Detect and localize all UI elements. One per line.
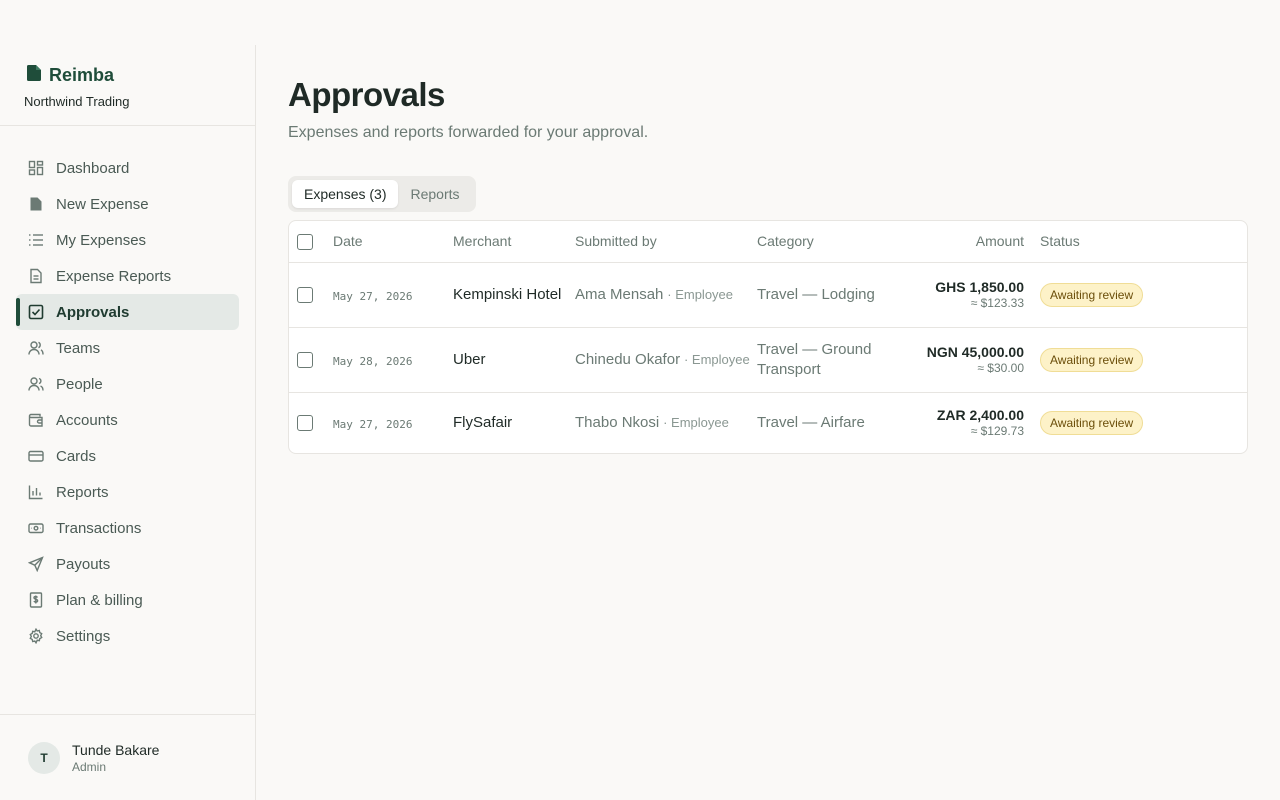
expense-date: May 28, 2026 — [333, 354, 413, 368]
team-icon — [28, 340, 44, 356]
column-header-submitted-by[interactable]: Submitted by — [575, 221, 757, 263]
column-header-category[interactable]: Category — [757, 221, 897, 263]
submitter-role: · Employee — [667, 287, 734, 302]
sidebar-item-my-expenses[interactable]: My Expenses — [16, 222, 239, 258]
sidebar-item-label: Approvals — [56, 303, 130, 321]
sidebar-item-cards[interactable]: Cards — [16, 438, 239, 474]
column-header-merchant[interactable]: Merchant — [453, 221, 575, 263]
bar-chart-icon — [28, 484, 44, 500]
report-icon — [28, 268, 44, 284]
sidebar-item-settings[interactable]: Settings — [16, 618, 239, 654]
status-badge: Awaiting review — [1040, 347, 1144, 372]
sidebar-item-label: Cards — [56, 447, 97, 465]
list-icon — [28, 232, 44, 248]
sidebar-item-people[interactable]: People — [16, 366, 239, 402]
select-all-checkbox[interactable] — [297, 233, 313, 250]
sidebar-item-new-expense[interactable]: New Expense — [16, 186, 239, 222]
sidebar-item-label: Teams — [56, 339, 101, 357]
sidebar-item-dashboard[interactable]: Dashboard — [16, 150, 239, 186]
page-subtitle: Expenses and reports forwarded for your … — [288, 124, 649, 141]
gear-icon — [28, 628, 44, 644]
sidebar-item-label: Reports — [56, 483, 109, 501]
org-name: Northwind Trading — [24, 94, 130, 109]
expense-category: Travel — Lodging — [757, 285, 875, 303]
expense-category: Travel — Ground Transport — [757, 340, 872, 378]
row-checkbox[interactable] — [297, 352, 313, 369]
page-title: Approvals — [288, 76, 445, 113]
expense-amount: NGN 45,000.00 — [926, 344, 1024, 360]
expense-date: May 27, 2026 — [333, 289, 413, 303]
merchant-name: FlySafair — [453, 413, 513, 431]
user-role: Admin — [72, 759, 107, 774]
sidebar-item-label: Plan & billing — [56, 591, 143, 609]
file-icon — [28, 196, 44, 212]
expense-amount-usd: ≈ $30.00 — [977, 361, 1024, 375]
table-row[interactable]: May 27, 2026 Kempinski Hotel Ama Mensah … — [289, 262, 1247, 328]
check-square-icon — [28, 304, 44, 320]
expense-amount-usd: ≈ $123.33 — [970, 296, 1024, 310]
tab-expenses[interactable]: Expenses (3) — [292, 180, 399, 208]
receipt-icon — [28, 592, 44, 608]
brand-block: Reimba Northwind Trading — [0, 45, 255, 126]
main-content: Approvals Expenses and reports forwarded… — [288, 76, 1248, 454]
expense-category: Travel — Airfare — [757, 413, 865, 431]
merchant-name: Uber — [453, 350, 486, 368]
table-header-row: Date Merchant Submitted by Category Amou… — [289, 221, 1247, 263]
card-icon — [28, 448, 44, 464]
sidebar: Reimba Northwind Trading Dashboard New E… — [0, 45, 256, 800]
submitter-role: · Employee — [683, 352, 750, 367]
sidebar-item-label: People — [56, 375, 103, 393]
table-row[interactable]: May 27, 2026 FlySafair Thabo Nkosi · Emp… — [289, 392, 1247, 453]
sidebar-item-label: Accounts — [56, 411, 118, 429]
sidebar-item-transactions[interactable]: Transactions — [16, 510, 239, 546]
expense-amount: GHS 1,850.00 — [935, 279, 1024, 295]
sidebar-item-teams[interactable]: Teams — [16, 330, 239, 366]
status-badge: Awaiting review — [1040, 410, 1144, 435]
submitter-name: Ama Mensah — [575, 286, 664, 303]
tab-bar: Expenses (3) Reports — [288, 176, 476, 212]
submitter-name: Chinedu Okafor — [575, 351, 681, 368]
avatar: T — [28, 741, 60, 774]
sidebar-item-label: New Expense — [56, 195, 149, 213]
submitter-name: Thabo Nkosi — [575, 414, 660, 432]
approvals-table: Date Merchant Submitted by Category Amou… — [288, 220, 1248, 454]
row-checkbox[interactable] — [297, 287, 313, 304]
sidebar-item-expense-reports[interactable]: Expense Reports — [16, 258, 239, 294]
sidebar-item-label: Payouts — [56, 555, 111, 573]
sidebar-item-reports[interactable]: Reports — [16, 474, 239, 510]
column-header-amount[interactable]: Amount — [897, 221, 1040, 263]
brand-logo-link[interactable]: Reimba — [24, 65, 231, 86]
submitter-role: · Employee — [663, 415, 729, 431]
expense-amount: ZAR 2,400.00 — [936, 407, 1024, 424]
banknote-icon — [28, 520, 44, 536]
status-badge: Awaiting review — [1040, 282, 1144, 307]
sidebar-item-label: My Expenses — [56, 231, 147, 249]
sidebar-item-plan-billing[interactable]: Plan & billing — [16, 582, 239, 618]
column-header-status[interactable]: Status — [1040, 221, 1247, 263]
user-profile[interactable]: T Tunde Bakare Admin — [0, 714, 255, 800]
sidebar-item-label: Settings — [56, 627, 111, 645]
sidebar-item-payouts[interactable]: Payouts — [16, 546, 239, 582]
sidebar-nav: Dashboard New Expense My Expenses Expens… — [0, 126, 255, 654]
row-checkbox[interactable] — [297, 415, 313, 432]
merchant-name: Kempinski Hotel — [453, 285, 562, 303]
sidebar-item-label: Dashboard — [56, 159, 130, 177]
user-name: Tunde Bakare — [72, 741, 160, 758]
sidebar-item-accounts[interactable]: Accounts — [16, 402, 239, 438]
column-header-date[interactable]: Date — [333, 221, 453, 263]
people-icon — [28, 376, 44, 392]
dashboard-icon — [28, 160, 44, 176]
expense-amount-usd: ≈ $129.73 — [970, 424, 1024, 439]
sidebar-item-label: Expense Reports — [56, 267, 172, 285]
sidebar-item-approvals[interactable]: Approvals — [16, 294, 239, 330]
expense-date: May 27, 2026 — [333, 417, 413, 431]
wallet-icon — [28, 412, 44, 428]
logo-icon — [27, 65, 41, 86]
table-row[interactable]: May 28, 2026 Uber Chinedu Okafor · Emplo… — [289, 327, 1247, 393]
tab-reports[interactable]: Reports — [398, 180, 471, 208]
send-icon — [28, 556, 44, 572]
brand-name: Reimba — [49, 65, 115, 85]
sidebar-item-label: Transactions — [56, 519, 142, 537]
